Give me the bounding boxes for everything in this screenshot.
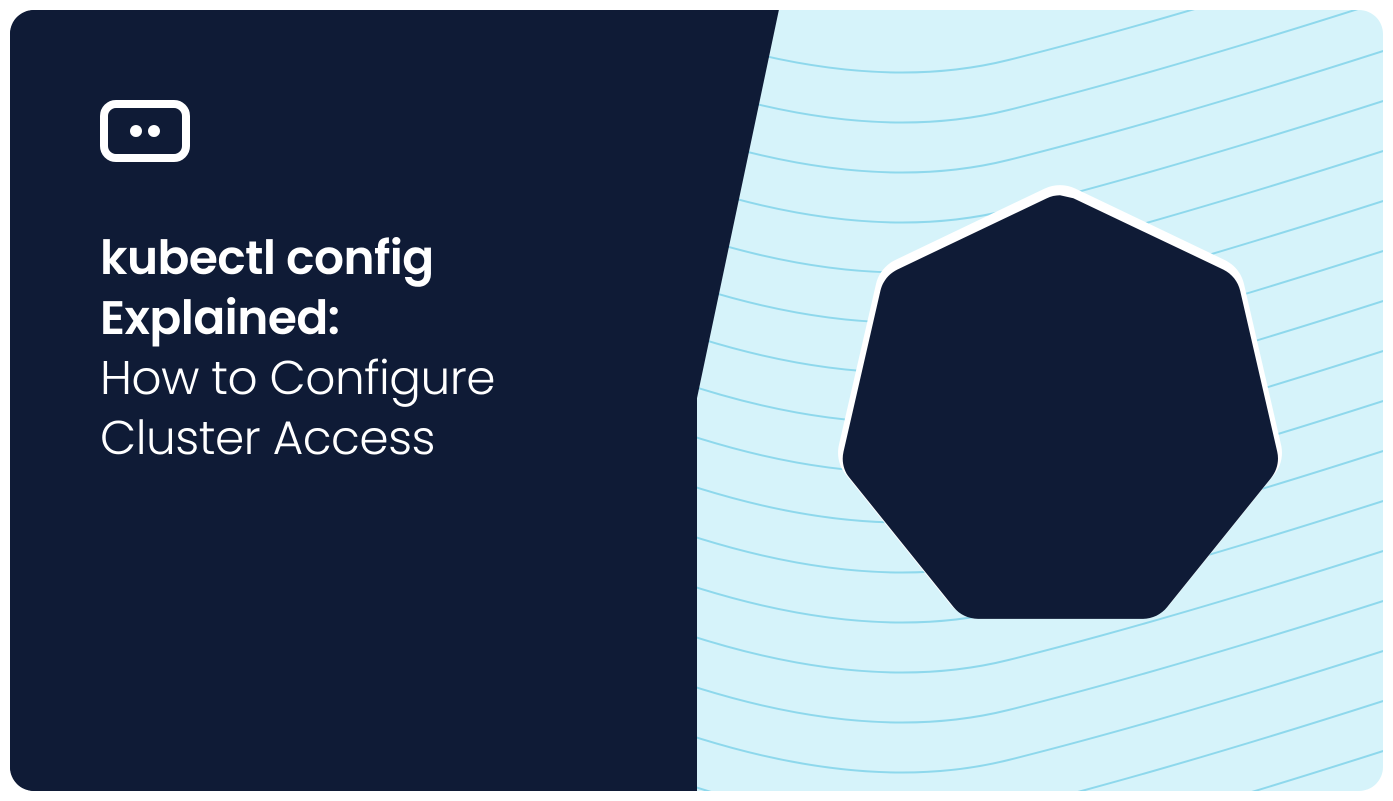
brand-logo-icon bbox=[100, 100, 190, 162]
hero-card: kubectl config Explained: How to Configu… bbox=[10, 10, 1383, 791]
title-line-1: kubectl config bbox=[100, 229, 697, 289]
title-line-2: Explained: bbox=[100, 289, 697, 349]
subtitle-line-1: How to Configure bbox=[100, 349, 697, 409]
left-panel: kubectl config Explained: How to Configu… bbox=[10, 10, 697, 791]
right-panel-background bbox=[614, 10, 1383, 791]
subtitle-line-2: Cluster Access bbox=[100, 409, 697, 469]
kubernetes-logo-icon bbox=[830, 171, 1290, 631]
